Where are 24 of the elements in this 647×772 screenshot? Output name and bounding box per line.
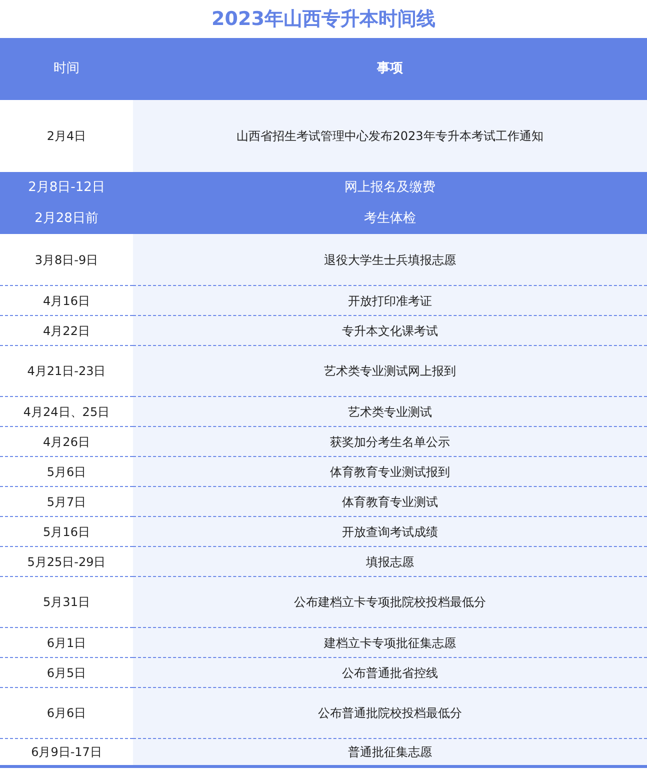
event-cell: 公布普通批院校投档最低分: [133, 687, 647, 738]
event-cell: 网上报名及缴费: [133, 172, 647, 203]
date-cell: 6月9日-17日: [0, 738, 133, 768]
event-cell: 山西省招生考试管理中心发布2023年专升本考试工作通知: [133, 100, 647, 172]
page-title: 2023年山西专升本时间线: [210, 7, 436, 32]
column-header: 事项: [133, 38, 647, 100]
event-cell: 体育教育专业测试: [133, 486, 647, 516]
event-cell: 公布建档立卡专项批院校投档最低分: [133, 576, 647, 627]
date-cell: 2月28日前: [0, 203, 133, 234]
event-cell: 艺术类专业测试: [133, 396, 647, 426]
event-cell: 普通批征集志愿: [133, 738, 647, 768]
event-cell: 公布普通批省控线: [133, 657, 647, 687]
column-header: 时间: [0, 38, 133, 100]
event-cell: 艺术类专业测试网上报到: [133, 345, 647, 396]
event-cell: 填报志愿: [133, 546, 647, 576]
event-cell: 开放查询考试成绩: [133, 516, 647, 546]
event-cell: 获奖加分考生名单公示: [133, 426, 647, 456]
event-cell: 开放打印准考证: [133, 285, 647, 315]
event-cell: 考生体检: [133, 203, 647, 234]
event-cell: 退役大学生士兵填报志愿: [133, 234, 647, 285]
event-cell: 建档立卡专项批征集志愿: [133, 627, 647, 657]
date-cell: 2月8日-12日: [0, 172, 133, 203]
event-cell: 体育教育专业测试报到: [133, 456, 647, 486]
event-cell: 专升本文化课考试: [133, 315, 647, 345]
